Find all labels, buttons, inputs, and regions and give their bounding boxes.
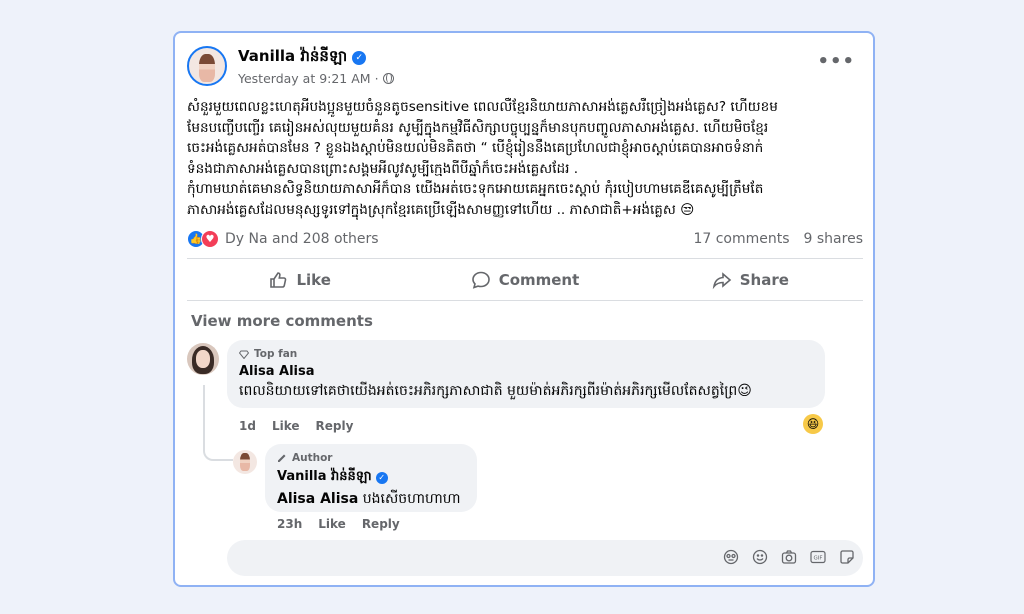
globe-icon: [382, 73, 394, 84]
post-timestamp[interactable]: Yesterday at 9:21 AM: [238, 71, 371, 86]
post-text-line: កុំហាមឃាត់គេមានសិទ្ធនិយាយភាសាអីក៏បាន យើង…: [187, 181, 764, 197]
reply-message: បងសើចហាហាហា: [358, 491, 461, 507]
comment-time[interactable]: 1d: [239, 419, 256, 433]
reply-text: Alisa Alisa បងសើចហាហាហា: [277, 489, 465, 510]
comment-text: ពេលនិយាយទៅគេថាយើងអត់ចេះអភិរក្សភាសាជាតិ ម…: [239, 383, 752, 399]
reply-bubble: Author Vanilla វ៉ាន់នីឡា ✓ Alisa Alisa ប…: [265, 444, 477, 512]
post-actions: Like Comment Share: [187, 260, 863, 300]
post-text-line: មែនបញ្ចើបញ្ចើរ គេរៀនអស់លុយមួយគំនរ សូម្បី…: [187, 119, 769, 136]
reactions-count[interactable]: Dy Na and 208 others: [225, 231, 379, 247]
post-text-line: សំនួរមួយពេលខ្លះហេតុអីបងប្អូនមួយចំនួនតូចs…: [187, 99, 778, 115]
laughing-emoji-icon[interactable]: 😆: [803, 414, 823, 434]
share-label: Share: [739, 271, 789, 289]
comment-input[interactable]: GIF: [227, 540, 863, 576]
reply-thread-line: [203, 385, 233, 461]
verified-badge-icon: ✓: [352, 51, 367, 65]
comment-like-button[interactable]: Like: [272, 419, 300, 433]
emoji-icon[interactable]: [752, 549, 768, 565]
comment-icon: [471, 271, 490, 289]
share-button[interactable]: Share: [638, 260, 863, 300]
like-label: Like: [296, 271, 331, 289]
gif-icon[interactable]: GIF: [810, 549, 826, 565]
reply-avatar[interactable]: [233, 450, 257, 474]
post-meta: Yesterday at 9:21 AM ·: [238, 71, 394, 86]
post-text: សំនួរមួយពេលខ្លះហេតុអីបងប្អូនមួយចំនួនតូចs…: [187, 97, 863, 220]
sticker-icon[interactable]: [839, 549, 855, 565]
more-options-icon[interactable]: •••: [817, 51, 855, 72]
svg-text:GIF: GIF: [813, 556, 822, 562]
comment-meta: 1d Like Reply: [239, 419, 353, 433]
composer-tools: GIF: [723, 549, 855, 565]
avatar-sticker-icon[interactable]: [723, 549, 739, 565]
love-reaction-icon: ♥: [201, 230, 219, 248]
commenter-avatar[interactable]: [187, 343, 219, 375]
reply-reply-button[interactable]: Reply: [362, 517, 400, 531]
pencil-icon: [278, 454, 286, 462]
thumbs-up-icon: [270, 272, 287, 288]
comments-count[interactable]: 17 comments: [693, 231, 789, 247]
post-card: Vanilla វ៉ាន់នីឡា ✓ Yesterday at 9:21 AM…: [173, 31, 875, 587]
share-icon: [712, 272, 731, 290]
comment-label: Comment: [498, 271, 580, 289]
post-header: Vanilla វ៉ាន់នីឡា ✓: [238, 47, 367, 69]
shares-count[interactable]: 9 shares: [804, 231, 863, 247]
post-text-line: ចេះអង់គ្លេសអត់បានមែន ? ខ្លួនឯងស្ដាប់មិនយ…: [187, 140, 764, 156]
divider: [187, 258, 863, 259]
comment-author[interactable]: Alisa Alisa: [239, 364, 813, 379]
page-avatar[interactable]: [187, 46, 227, 86]
badge-label: Author: [292, 452, 333, 464]
diamond-icon: [239, 350, 249, 359]
reply-like-button[interactable]: Like: [318, 517, 346, 531]
comment-reply-button[interactable]: Reply: [316, 419, 354, 433]
verified-badge-icon: ✓: [375, 471, 388, 484]
view-more-comments-link[interactable]: View more comments: [191, 312, 373, 330]
comment-button[interactable]: Comment: [412, 260, 637, 300]
reply-time[interactable]: 23h: [277, 517, 302, 531]
reply-meta: 23h Like Reply: [277, 517, 400, 531]
like-button[interactable]: Like: [187, 260, 412, 300]
badge-label: Top fan: [254, 348, 298, 360]
post-text-line: ភាសាអង់គ្លេសដែលមនុស្សទូរទៅក្នុងស្រុកខ្មែ…: [187, 201, 695, 218]
divider: [187, 300, 863, 301]
reply-author[interactable]: Vanilla វ៉ាន់នីឡា: [277, 468, 372, 487]
page-name[interactable]: Vanilla វ៉ាន់នីឡា: [238, 47, 347, 69]
camera-icon[interactable]: [781, 549, 797, 565]
comment-bubble: Top fan Alisa Alisa ពេលនិយាយទៅគេថាយើងអត់…: [227, 340, 825, 408]
reply-mention[interactable]: Alisa Alisa: [277, 491, 358, 507]
top-fan-badge: Top fan: [239, 348, 813, 360]
post-text-line: ទំនងជាភាសាអង់គ្លេសបានព្រោះសង្គមអីលូវសូម្…: [187, 160, 579, 177]
author-badge: Author: [277, 452, 465, 464]
reactions-summary: 👍 ♥ Dy Na and 208 others 17 comments 9 s…: [187, 229, 863, 249]
reply-author-row: Vanilla វ៉ាន់នីឡា ✓: [277, 468, 465, 487]
